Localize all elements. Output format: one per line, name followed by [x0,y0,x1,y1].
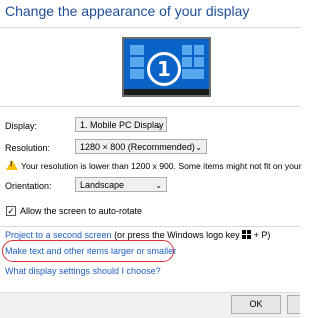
monitor-number-badge: 1 [147,52,181,86]
orientation-select[interactable]: Landscape ⌄ [75,177,167,192]
windows-logo-icon [242,230,252,239]
cancel-button-partial[interactable] [287,295,300,314]
auto-rotate-label: Allow the screen to auto-rotate [20,206,143,216]
monitor-1-preview[interactable]: 1 [122,37,211,97]
resolution-select[interactable]: 1280 × 800 (Recommended) ⌄ [75,139,207,154]
monitor-taskbar [124,89,209,95]
project-second-screen-link[interactable]: Project to a second screen [5,230,112,240]
project-hint: (or press the Windows logo key [111,230,243,240]
text-size-link[interactable]: Make text and other items larger or smal… [5,246,176,256]
display-help-link[interactable]: What display settings should I choose? [5,266,161,276]
resolution-label: Resolution: [5,143,51,153]
divider [0,226,300,227]
chevron-down-icon: ⌄ [155,181,162,190]
orientation-select-value: Landscape [80,180,125,190]
orientation-label: Orientation: [5,181,52,191]
warning-exclamation: ! [10,161,13,168]
ok-button[interactable]: OK [231,295,281,314]
project-row: Project to a second screen (or press the… [5,230,270,240]
warning-icon: ! [6,160,18,170]
resolution-warning: Your resolution is lower than 1200 x 900… [21,161,302,171]
chevron-down-icon: ⌄ [195,143,202,152]
display-label: Display: [5,121,38,131]
resolution-select-value: 1280 × 800 (Recommended) [80,142,195,152]
page-title: Change the appearance of your display [5,3,250,19]
chevron-down-icon: ⌄ [155,121,162,130]
display-select-value: 1. Mobile PC Display [80,120,164,130]
display-select[interactable]: 1. Mobile PC Display ⌄ [75,117,167,132]
auto-rotate-checkbox[interactable]: ✓ [6,206,16,216]
project-hint-end: + P) [251,230,271,240]
